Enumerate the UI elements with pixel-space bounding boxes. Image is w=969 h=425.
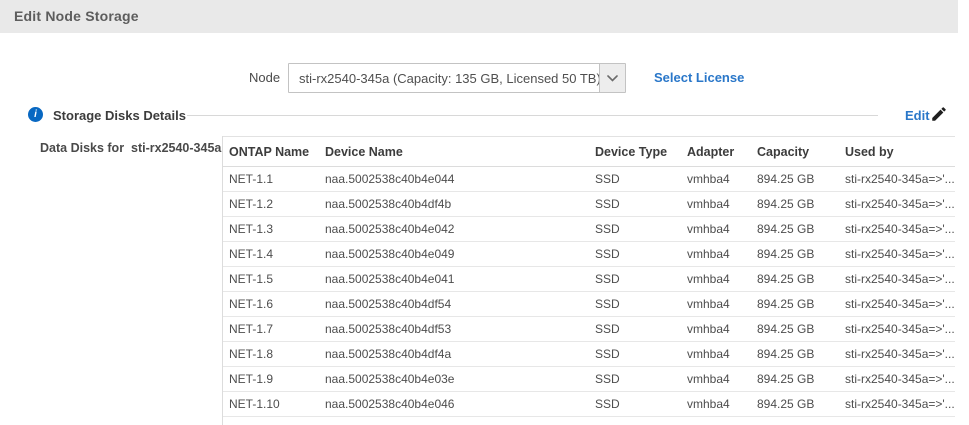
device-type-cell: SSD: [589, 242, 681, 267]
data-disks-label: Data Disks for sti-rx2540-345a: [40, 141, 221, 155]
table-row[interactable]: NET-1.7naa.5002538c40b4df53SSDvmhba4894.…: [223, 317, 955, 342]
table-body: NET-1.1naa.5002538c40b4e044SSDvmhba4894.…: [223, 167, 955, 417]
device-name-cell: naa.5002538c40b4e046: [319, 392, 589, 417]
adapter-cell: vmhba4: [681, 342, 751, 367]
dialog-titlebar: Edit Node Storage: [0, 0, 958, 33]
column-header: Device Type: [589, 137, 681, 167]
device-type-cell: SSD: [589, 192, 681, 217]
table-row[interactable]: NET-1.9naa.5002538c40b4e03eSSDvmhba4894.…: [223, 367, 955, 392]
used-by-cell: sti-rx2540-345a=>'...: [839, 292, 955, 317]
adapter-cell: vmhba4: [681, 167, 751, 192]
section-divider: [187, 115, 878, 116]
device-type-cell: SSD: [589, 317, 681, 342]
chevron-down-icon[interactable]: [599, 64, 625, 92]
table-row[interactable]: NET-1.5naa.5002538c40b4e041SSDvmhba4894.…: [223, 267, 955, 292]
capacity-cell: 894.25 GB: [751, 292, 839, 317]
pencil-icon[interactable]: [930, 105, 948, 123]
ontap-name-cell: NET-1.5: [223, 267, 319, 292]
adapter-cell: vmhba4: [681, 242, 751, 267]
table-row[interactable]: NET-1.8naa.5002538c40b4df4aSSDvmhba4894.…: [223, 342, 955, 367]
capacity-cell: 894.25 GB: [751, 192, 839, 217]
section-title: Storage Disks Details: [53, 108, 186, 123]
column-header: Adapter: [681, 137, 751, 167]
ontap-name-cell: NET-1.4: [223, 242, 319, 267]
ontap-name-cell: NET-1.9: [223, 367, 319, 392]
ontap-name-cell: NET-1.6: [223, 292, 319, 317]
column-header: Capacity: [751, 137, 839, 167]
ontap-name-cell: NET-1.7: [223, 317, 319, 342]
used-by-cell: sti-rx2540-345a=>'...: [839, 167, 955, 192]
device-name-cell: naa.5002538c40b4df54: [319, 292, 589, 317]
storage-disks-table: ONTAP NameDevice NameDevice TypeAdapterC…: [223, 136, 955, 417]
capacity-cell: 894.25 GB: [751, 242, 839, 267]
used-by-cell: sti-rx2540-345a=>'...: [839, 242, 955, 267]
device-name-cell: naa.5002538c40b4df4a: [319, 342, 589, 367]
device-type-cell: SSD: [589, 367, 681, 392]
capacity-cell: 894.25 GB: [751, 367, 839, 392]
used-by-cell: sti-rx2540-345a=>'...: [839, 217, 955, 242]
capacity-cell: 894.25 GB: [751, 217, 839, 242]
column-header: Used by: [839, 137, 955, 167]
used-by-cell: sti-rx2540-345a=>'...: [839, 367, 955, 392]
device-type-cell: SSD: [589, 342, 681, 367]
device-name-cell: naa.5002538c40b4e03e: [319, 367, 589, 392]
device-type-cell: SSD: [589, 217, 681, 242]
adapter-cell: vmhba4: [681, 392, 751, 417]
device-name-cell: naa.5002538c40b4e044: [319, 167, 589, 192]
device-name-cell: naa.5002538c40b4df4b: [319, 192, 589, 217]
ontap-name-cell: NET-1.10: [223, 392, 319, 417]
adapter-cell: vmhba4: [681, 267, 751, 292]
used-by-cell: sti-rx2540-345a=>'...: [839, 192, 955, 217]
capacity-cell: 894.25 GB: [751, 167, 839, 192]
used-by-cell: sti-rx2540-345a=>'...: [839, 342, 955, 367]
adapter-cell: vmhba4: [681, 367, 751, 392]
used-by-cell: sti-rx2540-345a=>'...: [839, 267, 955, 292]
edit-link[interactable]: Edit: [905, 108, 930, 123]
table-row[interactable]: NET-1.3naa.5002538c40b4e042SSDvmhba4894.…: [223, 217, 955, 242]
table-row[interactable]: NET-1.10naa.5002538c40b4e046SSDvmhba4894…: [223, 392, 955, 417]
ontap-name-cell: NET-1.2: [223, 192, 319, 217]
device-name-cell: naa.5002538c40b4e049: [319, 242, 589, 267]
capacity-cell: 894.25 GB: [751, 317, 839, 342]
capacity-cell: 894.25 GB: [751, 392, 839, 417]
table-row[interactable]: NET-1.6naa.5002538c40b4df54SSDvmhba4894.…: [223, 292, 955, 317]
adapter-cell: vmhba4: [681, 192, 751, 217]
info-icon: i: [28, 107, 43, 122]
device-name-cell: naa.5002538c40b4df53: [319, 317, 589, 342]
capacity-cell: 894.25 GB: [751, 267, 839, 292]
select-license-link[interactable]: Select License: [654, 70, 744, 85]
used-by-cell: sti-rx2540-345a=>'...: [839, 317, 955, 342]
device-name-cell: naa.5002538c40b4e041: [319, 267, 589, 292]
ontap-name-cell: NET-1.8: [223, 342, 319, 367]
column-header: ONTAP Name: [223, 137, 319, 167]
adapter-cell: vmhba4: [681, 217, 751, 242]
device-type-cell: SSD: [589, 267, 681, 292]
used-by-cell: sti-rx2540-345a=>'...: [839, 392, 955, 417]
table-row[interactable]: NET-1.2naa.5002538c40b4df4bSSDvmhba4894.…: [223, 192, 955, 217]
table-row[interactable]: NET-1.4naa.5002538c40b4e049SSDvmhba4894.…: [223, 242, 955, 267]
node-select[interactable]: sti-rx2540-345a (Capacity: 135 GB, Licen…: [288, 63, 626, 93]
device-name-cell: naa.5002538c40b4e042: [319, 217, 589, 242]
page-title: Edit Node Storage: [14, 0, 139, 33]
adapter-cell: vmhba4: [681, 292, 751, 317]
column-header: Device Name: [319, 137, 589, 167]
table-row[interactable]: NET-1.1naa.5002538c40b4e044SSDvmhba4894.…: [223, 167, 955, 192]
device-type-cell: SSD: [589, 167, 681, 192]
node-select-value: sti-rx2540-345a (Capacity: 135 GB, Licen…: [289, 71, 599, 86]
ontap-name-cell: NET-1.1: [223, 167, 319, 192]
device-type-cell: SSD: [589, 292, 681, 317]
table-header-row: ONTAP NameDevice NameDevice TypeAdapterC…: [223, 137, 955, 167]
ontap-name-cell: NET-1.3: [223, 217, 319, 242]
adapter-cell: vmhba4: [681, 317, 751, 342]
capacity-cell: 894.25 GB: [751, 342, 839, 367]
node-label: Node: [249, 70, 280, 85]
device-type-cell: SSD: [589, 392, 681, 417]
